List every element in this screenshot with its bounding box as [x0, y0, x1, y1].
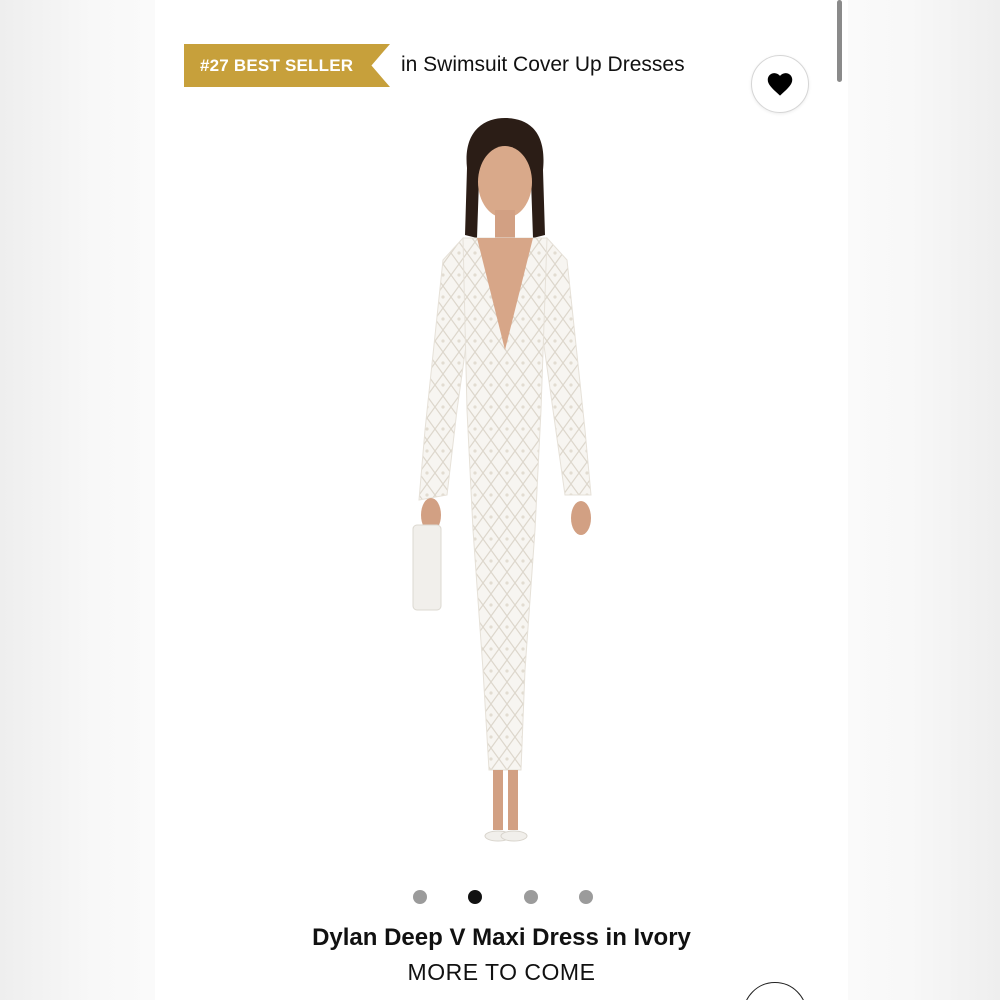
dress-left-sleeve — [418, 236, 472, 501]
price-cut-off — [473, 994, 533, 1000]
product-brand-link[interactable]: MORE TO COME — [155, 959, 848, 986]
best-seller-badge: #27 BEST SELLER — [184, 44, 390, 87]
gallery-dot-active[interactable] — [468, 890, 483, 904]
product-title: Dylan Deep V Maxi Dress in Ivory — [312, 924, 691, 951]
model-face — [478, 146, 532, 218]
heart-icon — [767, 73, 793, 96]
dress-right-sleeve — [538, 236, 592, 496]
product-image[interactable] — [355, 110, 655, 870]
background-left — [0, 0, 155, 1000]
gallery-dot[interactable] — [523, 890, 538, 904]
gallery-dot[interactable] — [578, 890, 593, 904]
background-right — [848, 0, 1000, 1000]
model-handbag — [412, 524, 442, 611]
product-page: #27 BEST SELLER in Swimsuit Cover Up Dre… — [155, 0, 848, 1000]
gallery-dot[interactable] — [413, 890, 427, 904]
scrollbar[interactable] — [837, 0, 842, 82]
favorite-button[interactable] — [751, 55, 809, 113]
best-seller-category-link[interactable]: in Swimsuit Cover Up Dresses — [401, 53, 685, 77]
gallery-pagination — [413, 890, 593, 906]
